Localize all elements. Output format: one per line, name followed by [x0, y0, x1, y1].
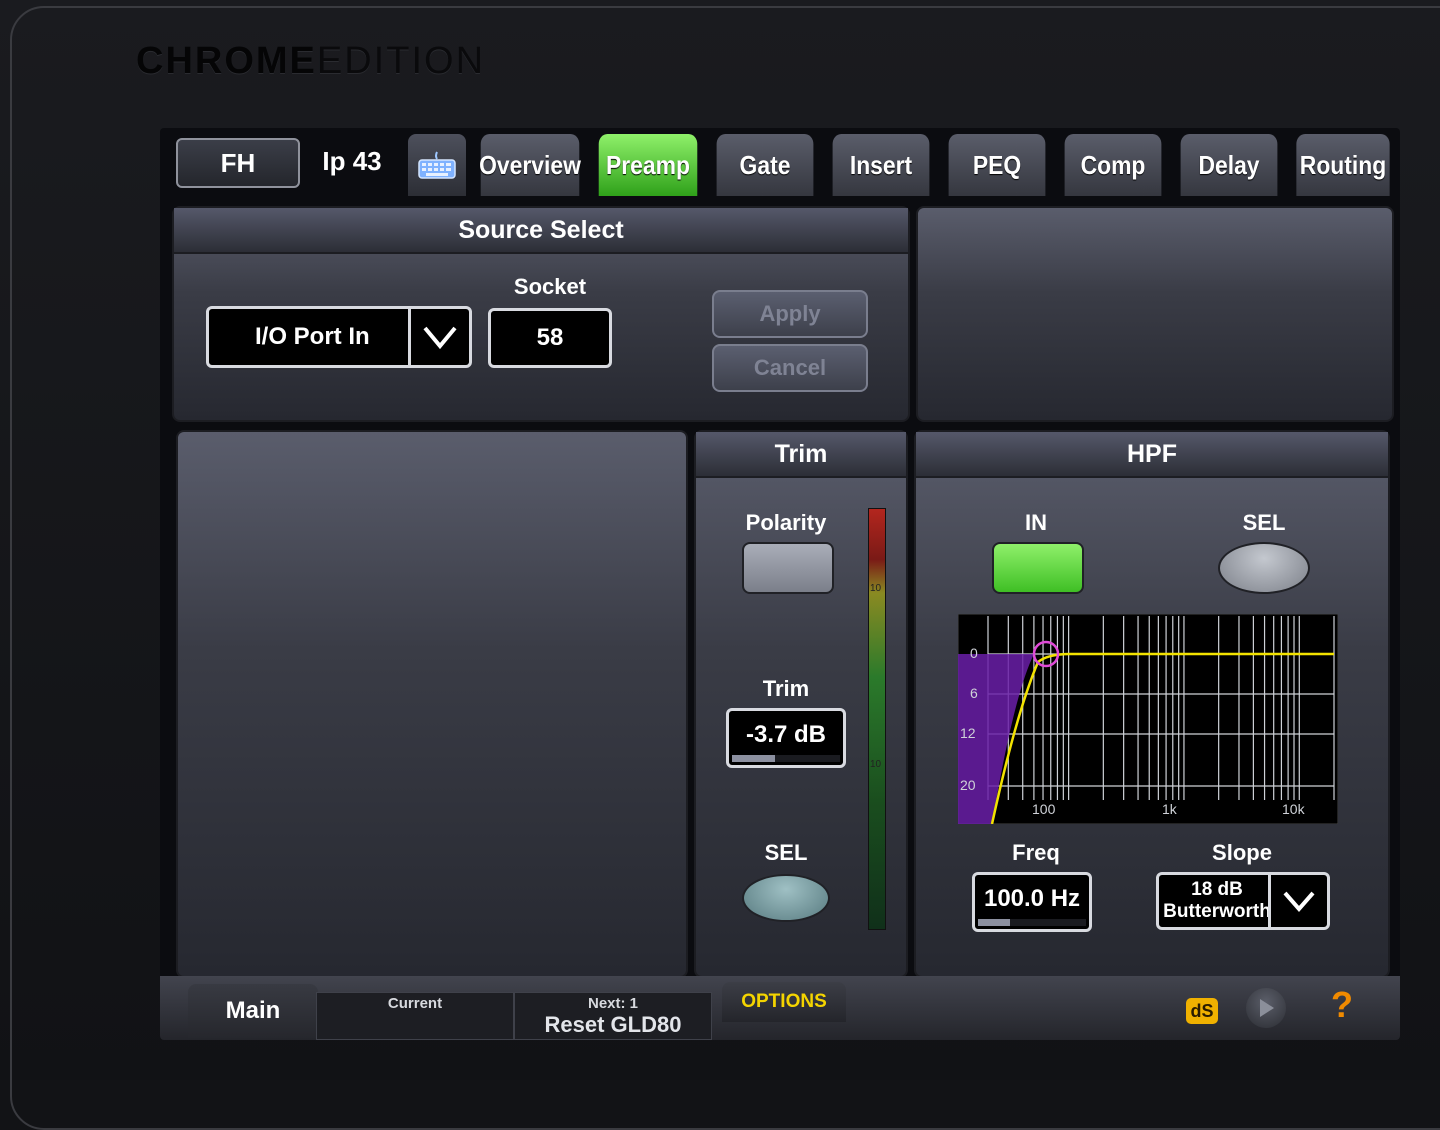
- tab-overview-label: Overview: [479, 149, 581, 180]
- freq-value: 100.0 Hz: [983, 885, 1081, 912]
- x-tick-100: 100: [1032, 801, 1056, 817]
- apply-button[interactable]: Apply: [712, 290, 868, 338]
- hpf-response-graph[interactable]: 0 6 12 20 100 1k 10k: [958, 614, 1338, 824]
- trim-label: Trim: [762, 676, 810, 701]
- slope-value-line2: Butterworth: [1163, 901, 1271, 922]
- freq-value-field[interactable]: 100.0 Hz: [972, 872, 1092, 932]
- x-tick-1k: 1k: [1162, 801, 1178, 817]
- options-label: OPTIONS: [741, 991, 827, 1012]
- freq-label: Freq: [1012, 840, 1060, 865]
- y-tick-6: 6: [970, 685, 978, 701]
- input-number-text: Ip 43: [322, 145, 382, 176]
- help-icon[interactable]: ?: [1328, 984, 1356, 1030]
- tab-preamp-label: Preamp: [606, 149, 690, 180]
- tab-peq[interactable]: PEQ: [948, 134, 1046, 196]
- help-label: ?: [1331, 984, 1353, 1025]
- chevron-down-icon[interactable]: [408, 309, 469, 365]
- freq-value-fill: [978, 919, 1011, 926]
- y-tick-12: 12: [960, 725, 976, 741]
- hpf-panel: HPF IN SEL 0 6 12 20 100 1k 10k Freq 100…: [914, 430, 1390, 978]
- next-label: Next: 1: [587, 995, 639, 1012]
- tab-gate-label: Gate: [739, 149, 791, 180]
- current-label: Current: [387, 995, 443, 1012]
- channel-name-label: FH: [220, 147, 256, 178]
- trim-value-fill: [732, 755, 776, 762]
- trim-value: -3.7 dB: [745, 721, 826, 748]
- polarity-label: Polarity: [745, 510, 827, 535]
- tab-bar: FH Ip 43 Overview Preamp Gate Insert PEQ…: [160, 128, 1400, 200]
- tab-delay[interactable]: Delay: [1180, 134, 1278, 196]
- meter-mark-bottom: 10: [870, 759, 882, 770]
- channel-name-button[interactable]: FH: [176, 138, 300, 188]
- options-button[interactable]: OPTIONS: [722, 982, 846, 1022]
- slope-label: Slope: [1212, 840, 1272, 865]
- ds-label: dS: [1190, 1000, 1214, 1021]
- tab-insert-label: Insert: [849, 149, 913, 180]
- socket-value: 58: [536, 324, 564, 351]
- source-dropdown[interactable]: I/O Port In: [206, 306, 472, 368]
- tab-peq-label: PEQ: [972, 149, 1022, 180]
- freq-value-bar: [978, 919, 1086, 926]
- socket-field[interactable]: 58: [488, 308, 612, 368]
- brand-thin: EDITION: [316, 40, 486, 82]
- tab-routing-label: Routing: [1299, 149, 1387, 180]
- trim-sel-label: SEL: [764, 840, 808, 865]
- trim-panel: Trim Polarity Trim -3.7 dB SEL 10 10: [694, 430, 908, 978]
- keyboard-glyph: [418, 151, 456, 179]
- slope-dropdown[interactable]: 18 dB Butterworth: [1156, 872, 1330, 930]
- next-scene-name: Reset GLD80: [544, 1012, 682, 1037]
- hpf-sel-label: SEL: [1242, 510, 1286, 535]
- empty-panel-left: [176, 430, 688, 978]
- source-select-title: Source Select: [174, 208, 908, 254]
- x-tick-10k: 10k: [1282, 801, 1306, 817]
- tab-preamp[interactable]: Preamp: [598, 134, 698, 196]
- play-icon[interactable]: [1246, 988, 1286, 1028]
- tab-overview[interactable]: Overview: [479, 134, 581, 196]
- trim-value-field[interactable]: -3.7 dB: [726, 708, 846, 768]
- play-glyph: [1260, 999, 1274, 1017]
- current-scene-box[interactable]: Current: [316, 992, 514, 1040]
- empty-panel-top-right: [916, 206, 1394, 422]
- y-tick-20: 20: [960, 777, 976, 793]
- tab-comp-label: Comp: [1080, 149, 1146, 180]
- cancel-button[interactable]: Cancel: [712, 344, 868, 392]
- tab-delay-label: Delay: [1198, 149, 1260, 180]
- tab-gate[interactable]: Gate: [716, 134, 814, 196]
- footer-bar: Main Current Next: 1 Reset GLD80 OPTIONS…: [160, 976, 1400, 1040]
- hpf-in-toggle[interactable]: [992, 542, 1084, 594]
- brand-logo: CHROMEEDITION: [136, 40, 485, 83]
- slope-value-line1: 18 dB: [1191, 879, 1243, 900]
- polarity-toggle[interactable]: [742, 542, 834, 594]
- ds-icon[interactable]: dS: [1186, 998, 1218, 1024]
- trim-sel-button[interactable]: [742, 874, 830, 922]
- slope-chevron-down-icon[interactable]: [1268, 875, 1327, 927]
- touch-screen: FH Ip 43 Overview Preamp Gate Insert PEQ…: [160, 128, 1400, 1040]
- cancel-label: Cancel: [753, 355, 827, 380]
- y-tick-0: 0: [970, 645, 978, 661]
- hpf-title: HPF: [916, 432, 1388, 478]
- next-scene-box[interactable]: Next: 1 Reset GLD80: [514, 992, 712, 1040]
- trim-title: Trim: [696, 432, 906, 478]
- chevron-down-glyph: [423, 326, 457, 350]
- input-number-label: Ip 43: [306, 138, 398, 184]
- main-button[interactable]: Main: [188, 984, 318, 1038]
- tab-insert[interactable]: Insert: [832, 134, 930, 196]
- slope-chevron-glyph: [1283, 891, 1315, 913]
- socket-label: Socket: [513, 274, 587, 299]
- meter-mark-top: 10: [870, 583, 882, 594]
- source-select-panel: Source Select I/O Port In Socket 58 Appl…: [172, 206, 910, 422]
- brand-bold: CHROME: [136, 40, 317, 82]
- slope-value: 18 dB Butterworth: [1163, 879, 1271, 923]
- keyboard-icon[interactable]: [408, 134, 466, 196]
- tab-comp[interactable]: Comp: [1064, 134, 1162, 196]
- trim-value-bar: [732, 755, 840, 762]
- hpf-in-label: IN: [1025, 510, 1047, 535]
- hpf-sel-button[interactable]: [1218, 542, 1310, 594]
- input-meter: 10 10: [868, 508, 886, 930]
- apply-label: Apply: [759, 301, 821, 326]
- source-dropdown-value: I/O Port In: [255, 323, 370, 350]
- tab-routing[interactable]: Routing: [1296, 134, 1390, 196]
- main-label: Main: [225, 997, 281, 1024]
